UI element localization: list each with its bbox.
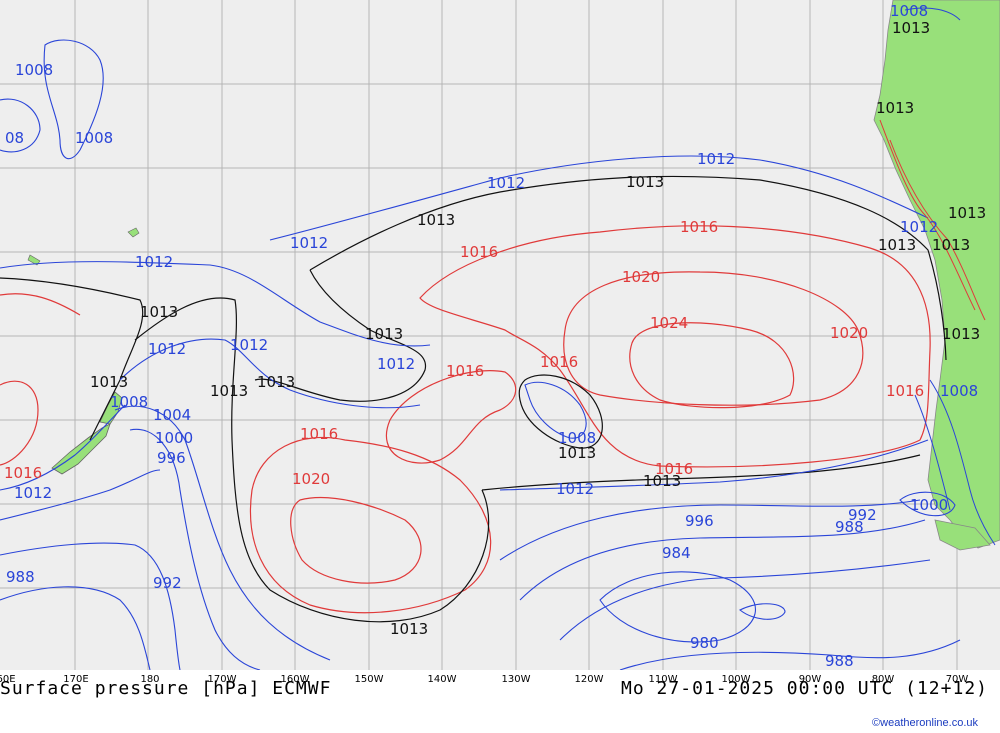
isobar-label: 1013 xyxy=(942,325,980,343)
isobar-label: 988 xyxy=(825,652,854,670)
isobar-label: 1013 xyxy=(878,236,916,254)
valid-time: Mo 27-01-2025 00:00 UTC (12+12) xyxy=(621,678,988,699)
isobar-label: 1016 xyxy=(446,362,484,380)
isobar-label: 1013 xyxy=(948,204,986,222)
isobar-label: 992 xyxy=(153,574,182,592)
isobar-label: 1016 xyxy=(680,218,718,236)
isobar-label: 984 xyxy=(662,544,691,562)
isobar-label: 1008 xyxy=(15,61,53,79)
isobar-label: 1000 xyxy=(155,429,193,447)
isobar-label: 996 xyxy=(685,512,714,530)
isobar-label: 1016 xyxy=(300,425,338,443)
isobar-label: 1016 xyxy=(655,460,693,478)
isobar-label: 1013 xyxy=(558,444,596,462)
isobar-label: 1013 xyxy=(417,211,455,229)
isobar-label: 1008 xyxy=(110,393,148,411)
isobar-label: 1016 xyxy=(886,382,924,400)
isobar-label: 988 xyxy=(6,568,35,586)
isobar-label: 08 xyxy=(5,129,24,147)
isobar-label: 1012 xyxy=(900,218,938,236)
isobar-label: 1012 xyxy=(148,340,186,358)
isobar-label: 1013 xyxy=(90,373,128,391)
isobar-label: 1013 xyxy=(365,325,403,343)
isobar-label: 1012 xyxy=(697,150,735,168)
lon-label: 150W xyxy=(354,674,384,685)
isobar-label: 1012 xyxy=(487,174,525,192)
isobar-label: 1012 xyxy=(290,234,328,252)
isobar-label: 996 xyxy=(157,449,186,467)
isobar-label: 1016 xyxy=(460,243,498,261)
isobar-label: 1000 xyxy=(910,496,948,514)
isobar-label: 1013 xyxy=(210,382,248,400)
isobar-label: 1020 xyxy=(830,324,868,342)
svg-text:1013: 1013 xyxy=(390,620,428,638)
isobar-label: 1012 xyxy=(14,484,52,502)
isobar-label: 1020 xyxy=(292,470,330,488)
isobar-label: 980 xyxy=(690,634,719,652)
isobar-label: 1008 xyxy=(75,129,113,147)
isobar-label: 1013 xyxy=(932,236,970,254)
lon-label: 130W xyxy=(501,674,531,685)
isobar-label: 1013 xyxy=(257,373,295,391)
lon-label: 140W xyxy=(427,674,457,685)
isobar-label: 1012 xyxy=(377,355,415,373)
isobar-label: 1004 xyxy=(153,406,191,424)
isobar-label: 1013 xyxy=(892,19,930,37)
isobar-label: 1024 xyxy=(650,314,688,332)
isobar-label: 1013 xyxy=(876,99,914,117)
isobar-label: 1012 xyxy=(230,336,268,354)
lon-label: 120W xyxy=(574,674,604,685)
isobar-label: 1016 xyxy=(4,464,42,482)
isobar-label: 1013 xyxy=(626,173,664,191)
pressure-map: 1008 08 1008 1012 1012 1012 1012 1012 10… xyxy=(0,0,1000,670)
isobar-label: 1008 xyxy=(890,2,928,20)
isobar-label: 1016 xyxy=(540,353,578,371)
isobar-label: 1020 xyxy=(622,268,660,286)
credit-link[interactable]: ©weatheronline.co.uk xyxy=(872,717,978,729)
isobar-label: 1012 xyxy=(135,253,173,271)
map-title: Surface pressure [hPa] ECMWF xyxy=(0,678,332,699)
isobar-label: 1013 xyxy=(140,303,178,321)
isobar-label: 1008 xyxy=(940,382,978,400)
isobar-label: 992 xyxy=(848,506,877,524)
map-area: 1008 08 1008 1012 1012 1012 1012 1012 10… xyxy=(0,0,1000,685)
isobar-label: 1012 xyxy=(556,480,594,498)
